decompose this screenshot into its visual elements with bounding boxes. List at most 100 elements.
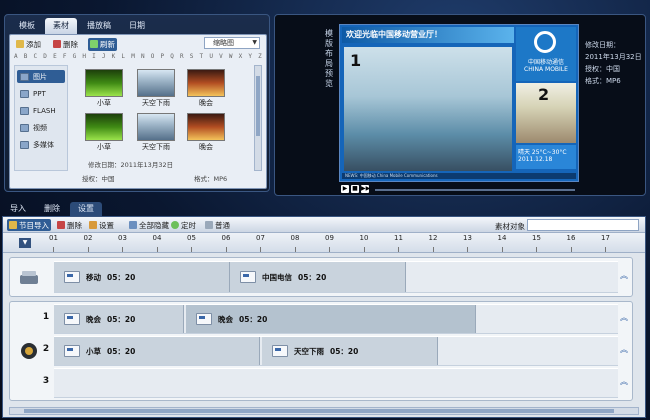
timeline-clip[interactable]: 晚会 05：20	[186, 305, 476, 333]
scrollbar-thumb[interactable]	[24, 409, 614, 413]
ruler-label: 10	[359, 234, 369, 242]
alphabet-letter[interactable]: L	[121, 53, 125, 63]
alphabet-letter[interactable]: D	[43, 53, 47, 63]
library-tabs: 模板 素材 播放稿 日期	[11, 18, 153, 34]
alphabet-letter[interactable]: K	[112, 53, 116, 63]
add-button[interactable]: 添加	[14, 38, 43, 51]
ruler-toggle-button[interactable]: ▼	[19, 238, 31, 248]
alphabet-letter[interactable]: E	[53, 53, 57, 63]
collapse-icon[interactable]: ︽	[620, 344, 628, 355]
alphabet-letter[interactable]: Z	[258, 53, 262, 63]
tab-template[interactable]: 模板	[11, 18, 43, 34]
ruler-tick	[156, 247, 158, 252]
ruler-label: 06	[221, 234, 231, 242]
category-image[interactable]: 图片	[17, 70, 65, 83]
alphabet-letter[interactable]: A	[14, 53, 18, 63]
timeline-clip[interactable]: 小草 05：20	[54, 337, 260, 365]
alphabet-letter[interactable]: X	[239, 53, 243, 63]
category-flash[interactable]: FLASH	[17, 104, 65, 117]
welcome-banner: 欢迎光临中国移动营业厅！	[342, 27, 514, 43]
category-multimedia[interactable]: 多媒体	[17, 138, 65, 151]
hide-all-button[interactable]: 全部隐藏	[127, 219, 171, 231]
category-ppt[interactable]: PPT	[17, 87, 65, 100]
tab-date[interactable]: 日期	[121, 18, 153, 34]
alphabet-letter[interactable]: R	[180, 53, 184, 63]
category-label: FLASH	[33, 106, 56, 115]
zone-1-image: 1	[344, 47, 512, 171]
alphabet-letter[interactable]: S	[190, 53, 194, 63]
alphabet-letter[interactable]: H	[82, 53, 86, 63]
ruler-tick	[122, 247, 123, 252]
alphabet-letter[interactable]: B	[24, 53, 28, 63]
thumbnail-grid: 小草 天空下雨 晚会 小草 天空下雨 晚会 修改日期：2011年13月32日	[72, 65, 260, 171]
thumbnail-item[interactable]: 小草	[82, 69, 126, 109]
alphabet-letter[interactable]: P	[160, 53, 164, 63]
ruler-label: 05	[187, 234, 196, 242]
timeline-clip[interactable]: 天空下雨 05：20	[262, 337, 438, 365]
clip-duration: 05：20	[107, 314, 136, 324]
alphabet-letter[interactable]: N	[141, 53, 145, 63]
preview-screen: 欢迎光临中国移动营业厅！ 1 中国移动通信 CHINA MOBILE 2 晴天 …	[339, 24, 579, 182]
stop-button[interactable]: ■	[351, 185, 359, 193]
tab-import[interactable]: 导入	[2, 202, 34, 216]
thumbnail-item[interactable]: 晚会	[184, 113, 228, 153]
video-icon	[20, 123, 29, 132]
tab-material[interactable]: 素材	[45, 18, 77, 34]
thumbnail-item[interactable]: 晚会	[184, 69, 228, 109]
alphabet-letter[interactable]: G	[73, 53, 77, 63]
clip-duration: 05：20	[239, 314, 268, 324]
timed-button[interactable]: 定时	[169, 219, 198, 231]
timeline-clip[interactable]: 中国电信 05：20	[230, 262, 406, 292]
alphabet-letter[interactable]: M	[131, 53, 135, 63]
china-mobile-logo-icon	[534, 31, 556, 53]
alphabet-letter[interactable]: F	[63, 53, 67, 63]
horizontal-scrollbar[interactable]	[9, 407, 639, 415]
ruler-tick	[87, 247, 89, 252]
alphabet-letter[interactable]: T	[200, 53, 204, 63]
delete-icon	[53, 40, 61, 48]
ruler-tick	[191, 247, 192, 252]
import-button[interactable]: 节目导入	[7, 219, 51, 231]
delete-clip-button[interactable]: 删除	[55, 219, 84, 231]
tab-playlist[interactable]: 播放稿	[79, 18, 119, 34]
thumbnail-item[interactable]: 小草	[82, 113, 126, 153]
scrollbar-thumb[interactable]	[256, 76, 260, 136]
alphabet-letter[interactable]: W	[229, 53, 233, 63]
collapse-icon[interactable]: ︽	[620, 270, 628, 281]
alphabet-letter[interactable]: Y	[248, 53, 252, 63]
delete-label: 删除	[63, 39, 78, 49]
category-label: 视频	[33, 123, 47, 132]
delete-button[interactable]: 删除	[51, 38, 80, 51]
tab-delete[interactable]: 删除	[36, 202, 68, 216]
source-select[interactable]	[527, 219, 639, 231]
vertical-scrollbar[interactable]	[254, 65, 262, 171]
alphabet-letter[interactable]: Q	[170, 53, 174, 63]
refresh-button[interactable]: 刷新	[88, 37, 117, 51]
thumbnail-label: 小草	[97, 99, 111, 107]
thumbnail-label: 小草	[97, 143, 111, 151]
normal-button[interactable]: 普通	[203, 219, 232, 231]
collapse-icon[interactable]: ︽	[620, 376, 628, 387]
thumbnail-item[interactable]: 天空下雨	[134, 113, 178, 153]
settings-button[interactable]: 设置	[87, 219, 116, 231]
timeline-clip[interactable]: 晚会 05：20	[54, 305, 184, 333]
alphabet-letter[interactable]: J	[102, 53, 106, 63]
alphabet-letter[interactable]: U	[209, 53, 213, 63]
hide-all-label: 全部隐藏	[139, 220, 169, 230]
chevron-down-icon: ▼	[252, 39, 257, 46]
alphabet-letter[interactable]: O	[151, 53, 155, 63]
tab-settings[interactable]: 设置	[70, 202, 102, 216]
view-mode-select[interactable]: 缩略图 ▼	[204, 37, 260, 49]
seek-bar[interactable]	[375, 189, 575, 191]
alphabet-letter[interactable]: C	[34, 53, 38, 63]
timeline-clip[interactable]: 移动 05：20	[54, 262, 230, 292]
thumbnail-item[interactable]: 天空下雨	[134, 69, 178, 109]
ruler-label: 08	[290, 234, 300, 242]
play-button[interactable]: ▶	[341, 185, 349, 193]
alphabet-letter[interactable]: V	[219, 53, 223, 63]
category-video[interactable]: 视频	[17, 121, 65, 134]
alphabet-letter[interactable]: I	[92, 53, 96, 63]
collapse-icon[interactable]: ︽	[620, 312, 628, 323]
zone-1-number: 1	[350, 51, 362, 70]
forward-button[interactable]: ▶▶	[361, 185, 370, 193]
